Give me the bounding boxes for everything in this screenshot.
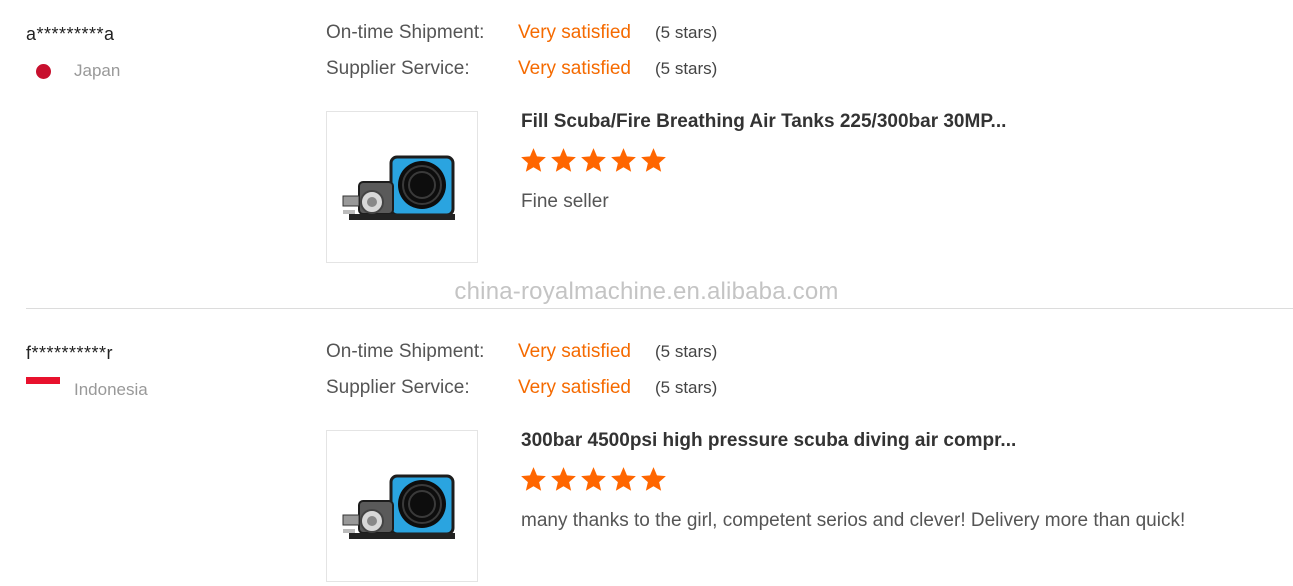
star-icon: [581, 467, 606, 491]
air-compressor-image: [342, 474, 455, 539]
supplier-service-rating: Supplier Service: Very satisfied (5 star…: [326, 58, 717, 94]
rating-star-count: (5 stars): [655, 23, 718, 42]
review-divider: [26, 308, 1293, 309]
rating-value: Very satisfied: [518, 341, 631, 362]
star-icon: [611, 148, 636, 172]
star-icon: [521, 467, 546, 491]
japan-flag-icon: [26, 61, 56, 81]
star-icon: [641, 467, 666, 491]
indonesia-flag-icon: [26, 377, 60, 391]
rating-star-count: (5 stars): [655, 59, 718, 78]
watermark: china-royalmachine.en.alibaba.com: [454, 278, 839, 305]
buyer-country: Japan: [26, 60, 120, 82]
rating-value: Very satisfied: [518, 22, 631, 43]
product-title-link[interactable]: 300bar 4500psi high pressure scuba divin…: [521, 430, 1016, 452]
rating-label: Supplier Service:: [326, 58, 470, 79]
product-star-rating: [520, 147, 667, 174]
star-icon: [581, 148, 606, 172]
product-star-rating: [520, 466, 667, 493]
star-icon: [521, 148, 546, 172]
rating-label: On-time Shipment:: [326, 22, 485, 43]
ontime-shipment-rating: On-time Shipment: Very satisfied (5 star…: [326, 341, 717, 377]
star-icon: [551, 148, 576, 172]
product-thumbnail[interactable]: [326, 430, 478, 582]
rating-value: Very satisfied: [518, 377, 631, 398]
supplier-service-rating: Supplier Service: Very satisfied (5 star…: [326, 377, 717, 413]
star-icon: [611, 467, 636, 491]
buyer-country: Indonesia: [26, 377, 148, 401]
buyer-name: a*********a: [26, 24, 115, 44]
star-icon: [551, 467, 576, 491]
rating-value: Very satisfied: [518, 58, 631, 79]
buyer-name: f**********r: [26, 343, 114, 363]
country-name: Japan: [74, 61, 121, 80]
air-compressor-image: [342, 155, 455, 220]
rating-label: Supplier Service:: [326, 377, 470, 398]
supplier-ratings: On-time Shipment: Very satisfied (5 star…: [326, 341, 717, 413]
supplier-ratings: On-time Shipment: Very satisfied (5 star…: [326, 22, 717, 94]
rating-star-count: (5 stars): [655, 342, 718, 361]
rating-label: On-time Shipment:: [326, 341, 485, 362]
review-comment: many thanks to the girl, competent serio…: [521, 510, 1186, 531]
rating-star-count: (5 stars): [655, 378, 718, 397]
country-name: Indonesia: [74, 380, 148, 399]
product-thumbnail[interactable]: [326, 111, 478, 263]
review-comment: Fine seller: [521, 191, 609, 212]
star-icon: [641, 148, 666, 172]
ontime-shipment-rating: On-time Shipment: Very satisfied (5 star…: [326, 22, 717, 58]
product-title-link[interactable]: Fill Scuba/Fire Breathing Air Tanks 225/…: [521, 111, 1006, 133]
